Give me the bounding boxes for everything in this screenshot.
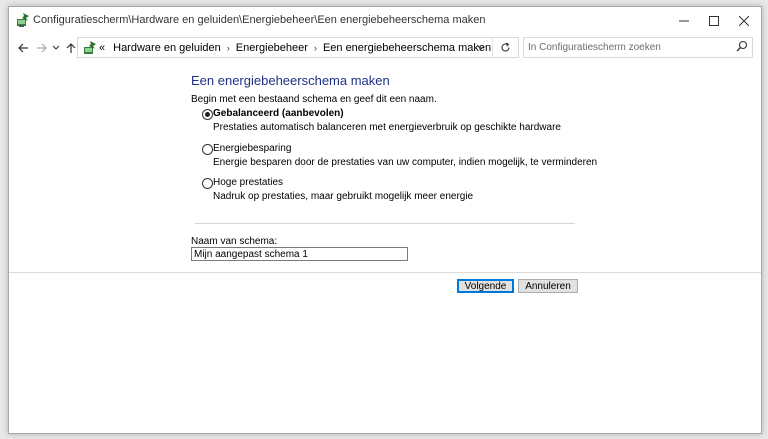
address-bar[interactable]: « Hardware en geluiden › Energiebeheer ›… [77,37,519,58]
close-button[interactable] [729,7,759,34]
breadcrumb-power[interactable]: Energiebeheer [236,42,308,54]
plan-name-input[interactable] [191,247,408,261]
search-box[interactable] [523,37,753,58]
radio-balanced[interactable] [202,109,213,120]
main-content: Een energiebeheerschema maken Begin met … [9,64,761,433]
option-label[interactable]: Hoge prestaties [213,177,283,188]
radio-high-performance[interactable] [202,178,213,189]
chevron-down-icon [477,45,485,50]
chevron-down-icon [52,45,60,50]
option-description: Prestaties automatisch balanceren met en… [213,122,561,133]
plan-name-label: Naam van schema: [191,236,278,247]
option-description: Nadruk op prestaties, maar gebruikt moge… [213,191,474,202]
refresh-button[interactable] [492,38,517,57]
option-description: Energie besparen door de prestaties van … [213,157,598,168]
cancel-button[interactable]: Annuleren [518,279,578,293]
forward-button[interactable] [34,40,50,56]
navigation-bar: « Hardware en geluiden › Energiebeheer ›… [9,34,761,64]
page-title: Een energiebeheerschema maken [191,73,390,88]
title-bar: Configuratiescherm\Hardware en geluiden\… [9,7,761,34]
chevron-right-icon[interactable]: › [314,43,317,53]
power-options-icon [82,40,98,56]
breadcrumb-overflow[interactable]: « [99,42,105,54]
radio-power-saver[interactable] [202,144,213,155]
arrow-right-icon [37,43,47,53]
refresh-icon [500,42,510,52]
intro-text: Begin met een bestaand schema en geef di… [191,94,437,105]
search-input[interactable] [528,39,728,55]
power-options-icon [15,12,31,28]
breadcrumb-hardware[interactable]: Hardware en geluiden [113,42,221,54]
chevron-right-icon[interactable]: › [227,43,230,53]
maximize-button[interactable] [699,7,729,34]
window-title: Configuratiescherm\Hardware en geluiden\… [33,14,486,26]
recent-locations-button[interactable] [51,40,61,56]
footer-divider [9,272,761,273]
search-icon[interactable] [736,40,750,54]
breadcrumb-create-plan[interactable]: Een energiebeheerschema maken [323,42,491,54]
minimize-button[interactable] [669,7,699,34]
window: Configuratiescherm\Hardware en geluiden\… [8,6,762,434]
option-label[interactable]: Energiebesparing [213,143,291,154]
next-button[interactable]: Volgende [457,279,514,293]
back-button[interactable] [15,40,31,56]
arrow-left-icon [18,43,28,53]
divider [195,223,575,224]
breadcrumb: « Hardware en geluiden › Energiebeheer ›… [99,38,491,57]
address-dropdown-button[interactable] [472,38,490,57]
option-label[interactable]: Gebalanceerd (aanbevolen) [213,108,344,119]
arrow-up-icon [66,43,76,53]
